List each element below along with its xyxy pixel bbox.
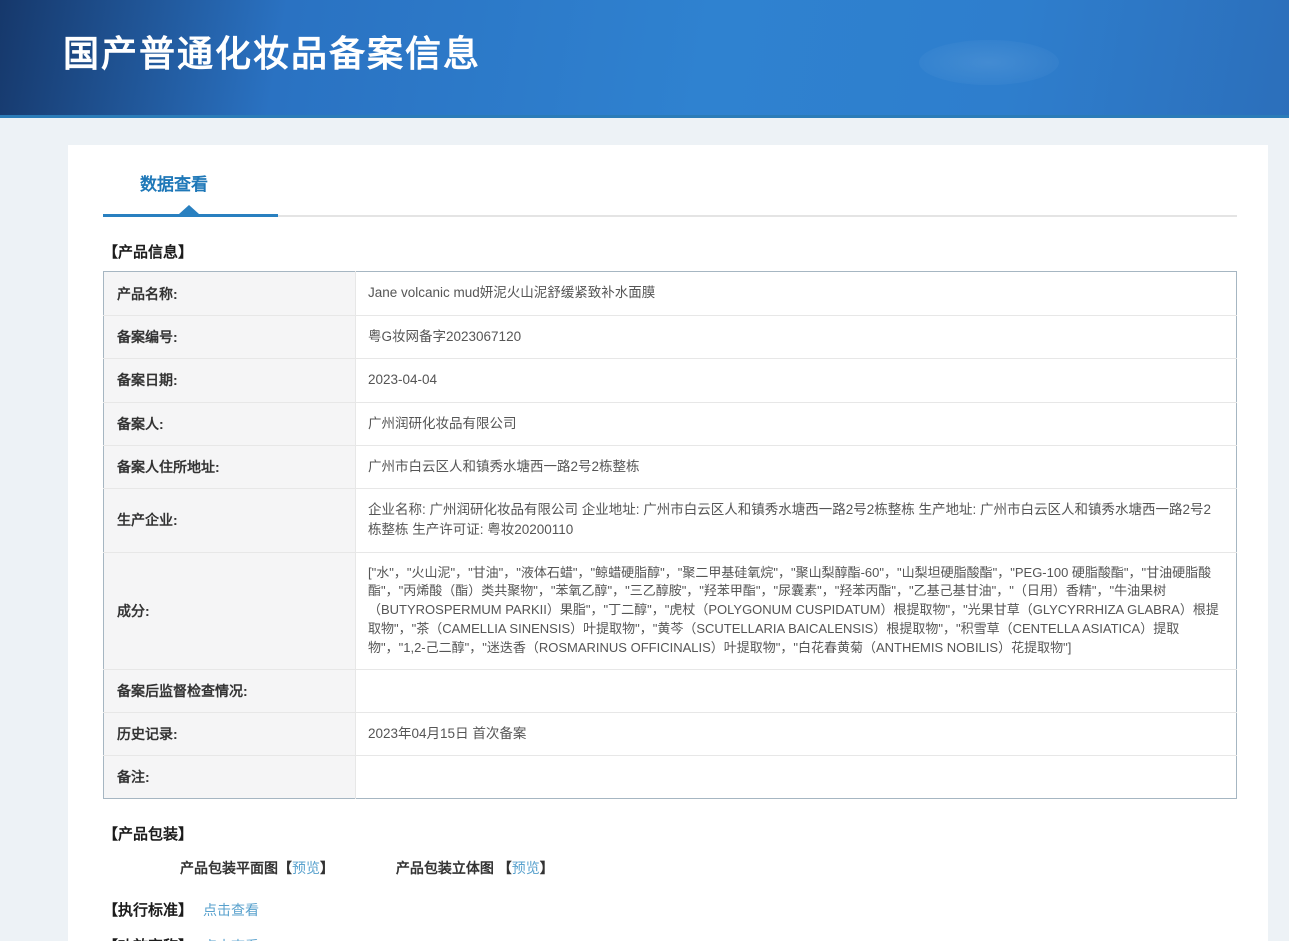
table-row: 备案日期: 2023-04-04 [104,359,1237,402]
header-decor [919,40,1059,85]
page-header: 国产普通化妆品备案信息 [0,0,1289,118]
row-label: 备注: [104,755,356,798]
row-value: 2023年04月15日 首次备案 [356,712,1237,755]
row-label: 备案日期: [104,359,356,402]
row-value: 广州市白云区人和镇秀水塘西一路2号2栋整栋 [356,445,1237,488]
row-value: Jane volcanic mud妍泥火山泥舒缓紧致补水面膜 [356,272,1237,316]
row-label: 备案人: [104,402,356,445]
table-row-ingredients: 成分: ["水"，"火山泥"，"甘油"，"液体石蜡"，"鲸蜡硬脂醇"，"聚二甲基… [104,552,1237,669]
row-value: 广州润研化妆品有限公司 [356,402,1237,445]
packaging-stereo-label: 产品包装立体图 [396,860,498,876]
bracket-open: 【 [278,860,292,876]
tab-data-view[interactable]: 数据查看 [140,170,208,207]
row-label: 备案人住所地址: [104,445,356,488]
table-row: 备案编号: 粤G妆网备字2023067120 [104,316,1237,359]
table-row: 备注: [104,755,1237,798]
tab-active-indicator [103,214,278,217]
packaging-links-row: 产品包装平面图【预览】 产品包装立体图 【预览】 [103,858,1237,878]
page-title: 国产普通化妆品备案信息 [0,0,1289,77]
row-label: 备案编号: [104,316,356,359]
table-row: 备案人: 广州润研化妆品有限公司 [104,402,1237,445]
row-value [356,755,1237,798]
packaging-stereo-item: 产品包装立体图 【预览】 [396,858,554,878]
bracket-close: 】 [320,860,334,876]
tab-underline [103,207,1237,217]
row-value: 2023-04-04 [356,359,1237,402]
product-packaging-heading: 【产品包装】 [103,823,1237,844]
row-value: 粤G妆网备字2023067120 [356,316,1237,359]
product-info-heading: 【产品信息】 [103,241,1237,262]
packaging-flat-label: 产品包装平面图 [180,860,278,876]
row-label: 生产企业: [104,489,356,553]
table-row: 产品名称: Jane volcanic mud妍泥火山泥舒缓紧致补水面膜 [104,272,1237,316]
bracket-open: 【 [498,860,512,876]
row-value: ["水"，"火山泥"，"甘油"，"液体石蜡"，"鲸蜡硬脂醇"，"聚二甲基硅氧烷"… [356,552,1237,669]
row-label: 备案后监督检查情况: [104,669,356,712]
row-label: 历史记录: [104,712,356,755]
efficacy-claim-row: 【功效宣称】点击查看 [103,935,1237,941]
packaging-stereo-preview-link[interactable]: 预览 [512,860,540,876]
execution-standard-view-link[interactable]: 点击查看 [203,902,259,918]
packaging-flat-preview-link[interactable]: 预览 [292,860,320,876]
table-row: 生产企业: 企业名称: 广州润研化妆品有限公司 企业地址: 广州市白云区人和镇秀… [104,489,1237,553]
row-label: 产品名称: [104,272,356,316]
table-row: 备案人住所地址: 广州市白云区人和镇秀水塘西一路2号2栋整栋 [104,445,1237,488]
tab-caret-icon [179,205,199,214]
row-value: 企业名称: 广州润研化妆品有限公司 企业地址: 广州市白云区人和镇秀水塘西一路2… [356,489,1237,553]
execution-standard-heading: 【执行标准】 [103,902,193,919]
execution-standard-row: 【执行标准】点击查看 [103,899,1237,920]
row-value [356,669,1237,712]
packaging-flat-item: 产品包装平面图【预览】 [180,858,334,878]
table-row: 历史记录: 2023年04月15日 首次备案 [104,712,1237,755]
table-row: 备案后监督检查情况: [104,669,1237,712]
content-card: 数据查看 【产品信息】 产品名称: Jane volcanic mud妍泥火山泥… [68,145,1268,941]
bracket-close: 】 [540,860,554,876]
product-info-table: 产品名称: Jane volcanic mud妍泥火山泥舒缓紧致补水面膜 备案编… [103,271,1237,799]
row-label: 成分: [104,552,356,669]
